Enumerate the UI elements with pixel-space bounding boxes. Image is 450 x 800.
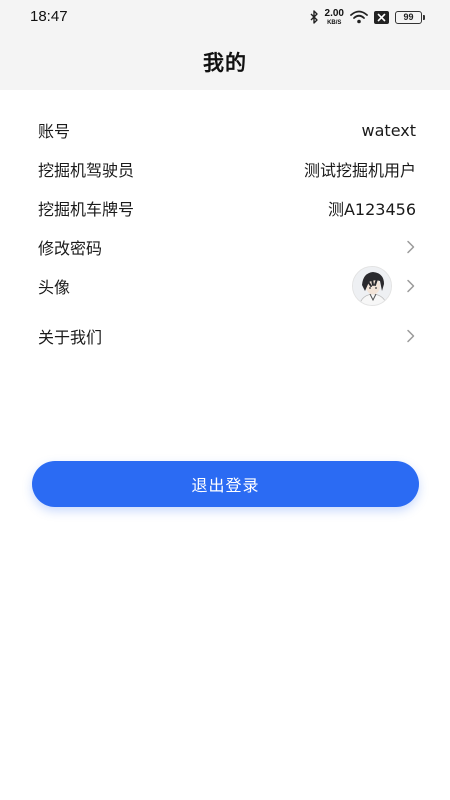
driver-label: 挖掘机驾驶员 [38, 161, 135, 180]
account-row: 账号 watext [38, 118, 416, 142]
account-label: 账号 [38, 122, 71, 141]
avatar-image [353, 267, 391, 305]
page-title: 我的 [203, 51, 247, 75]
plate-value: 测A123456 [327, 200, 416, 219]
status-bar: 18:47 2.00 KB/S 99 [0, 0, 450, 34]
bluetooth-icon [310, 10, 319, 24]
chevron-right-icon [407, 240, 415, 254]
about-us-label: 关于我们 [38, 328, 103, 347]
change-password-row[interactable]: 修改密码 [38, 235, 416, 259]
page-header: 我的 [0, 34, 450, 90]
chevron-right-icon [407, 279, 415, 293]
about-us-row[interactable]: 关于我们 [38, 324, 416, 348]
avatar[interactable] [352, 266, 392, 306]
wifi-icon [350, 10, 368, 24]
x-icon [374, 10, 389, 24]
logout-button[interactable]: 退出登录 [32, 461, 419, 507]
network-speed-value: 2.00 [324, 7, 344, 19]
avatar-row[interactable]: 头像 [38, 264, 416, 308]
plate-label: 挖掘机车牌号 [38, 200, 135, 219]
chevron-right-icon [407, 329, 415, 343]
battery-icon: 99 [395, 10, 425, 24]
driver-value: 测试挖掘机用户 [303, 161, 416, 180]
change-password-label: 修改密码 [38, 239, 103, 258]
driver-row: 挖掘机驾驶员 测试挖掘机用户 [38, 157, 416, 181]
account-value: watext [361, 120, 416, 140]
status-time: 18:47 [30, 8, 68, 25]
status-icons: 2.00 KB/S 99 [310, 7, 425, 26]
network-speed: 2.00 KB/S [324, 7, 344, 26]
network-speed-unit: KB/S [327, 19, 342, 26]
avatar-wrap [352, 266, 416, 306]
avatar-label: 头像 [38, 278, 71, 297]
plate-row: 挖掘机车牌号 测A123456 [38, 196, 416, 220]
